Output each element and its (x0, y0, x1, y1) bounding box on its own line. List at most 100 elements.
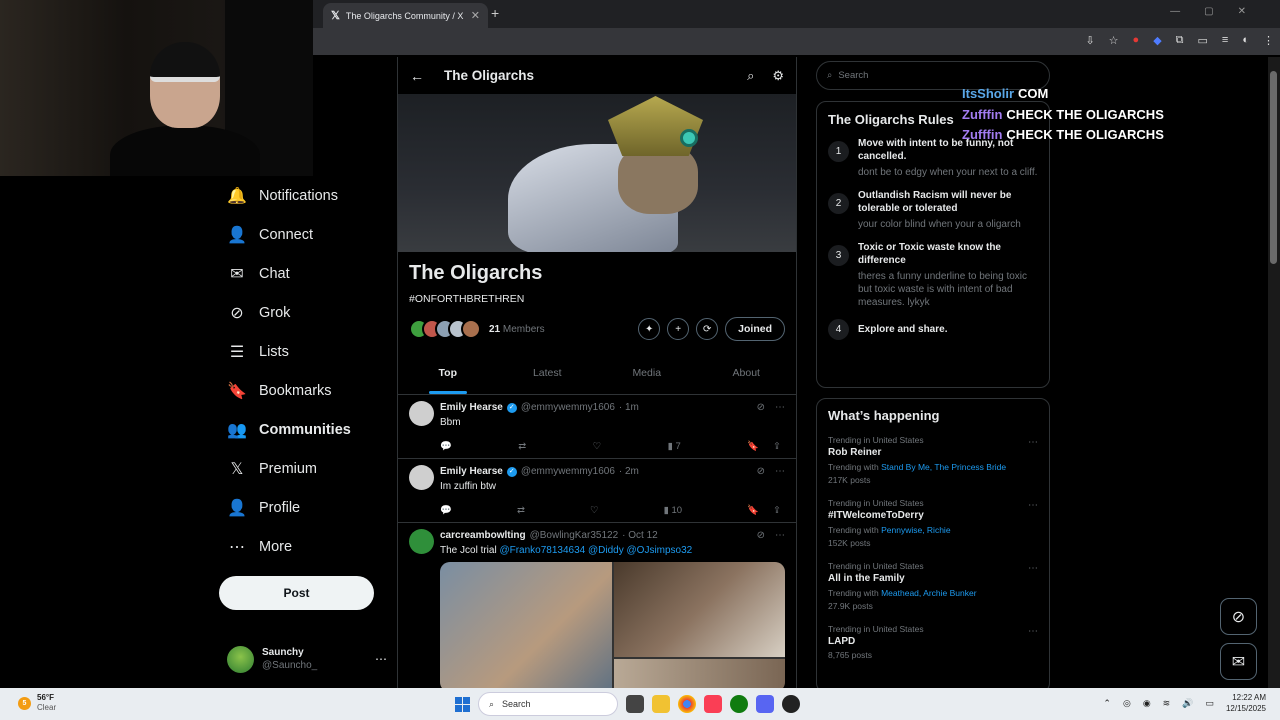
post[interactable]: carcreambowlting @BowlingKar35122 · Oct … (398, 523, 796, 688)
nav-connect[interactable]: 👤 Connect (218, 215, 388, 254)
rule-item[interactable]: 4 Explore and share. (828, 319, 1038, 340)
extension-red-icon[interactable]: ● (1133, 34, 1140, 47)
nav-lists[interactable]: ☰ Lists (218, 332, 388, 371)
share-icon[interactable]: ⇪ (773, 441, 781, 452)
tab-media[interactable]: Media (597, 359, 697, 394)
windows-start-icon[interactable] (455, 696, 470, 712)
clock[interactable]: 12:22 AM 12/15/2025 (1226, 692, 1266, 714)
post-handle[interactable]: @BowlingKar35122 (530, 530, 619, 541)
grok-icon[interactable]: ⊘ (757, 530, 765, 541)
puzzle-icon[interactable]: ⧉ (1176, 34, 1184, 47)
post-time[interactable]: · 1m (619, 402, 639, 413)
sparkle-icon[interactable]: ✦ (638, 318, 661, 340)
avatar[interactable] (409, 529, 434, 554)
post-button[interactable]: Post (219, 576, 374, 610)
post[interactable]: Emily Hearse ✓ @emmywemmy1606 · 1m ⊘ ⋯ Bb… (398, 395, 796, 459)
music-app-icon[interactable] (704, 695, 722, 713)
media-icon[interactable]: ≡ (1222, 34, 1228, 47)
discord-icon[interactable] (756, 695, 774, 713)
tray-overflow-icon[interactable]: ⌃ (1103, 698, 1111, 709)
share-icon[interactable]: ⇪ (773, 505, 781, 516)
wifi-icon[interactable]: ≋ (1163, 698, 1171, 709)
more-icon[interactable]: ⋯ (775, 466, 785, 477)
rule-item[interactable]: 2 Outlandish Racism will never be tolera… (828, 189, 1038, 231)
tray-app-icon[interactable]: ◎ (1123, 698, 1131, 709)
repost-icon[interactable]: ⇄ (517, 505, 525, 516)
xbox-icon[interactable] (730, 695, 748, 713)
post[interactable]: Emily Hearse ✓ @emmywemmy1606 · 2m ⊘ ⋯ Im… (398, 459, 796, 523)
more-icon[interactable]: ⋯ (1028, 626, 1038, 637)
file-explorer-icon[interactable] (652, 695, 670, 713)
more-icon[interactable]: ⋯ (1028, 500, 1038, 511)
install-icon[interactable]: ⇩ (1085, 34, 1094, 47)
more-icon[interactable]: ⋯ (1028, 563, 1038, 574)
browser-tab[interactable]: 𝕏 The Oligarchs Community / X ✕ (323, 3, 488, 28)
post-time[interactable]: · 2m (619, 466, 639, 477)
tab-close-icon[interactable]: ✕ (471, 9, 480, 22)
nav-notifications[interactable]: 🔔 Notifications (218, 176, 388, 215)
trend-item[interactable]: Trending in United States Rob Reiner Tre… (828, 435, 1038, 487)
star-icon[interactable]: ☆ (1109, 34, 1119, 47)
trend-item[interactable]: Trending in United States All in the Fam… (828, 561, 1038, 613)
rule-item[interactable]: 3 Toxic or Toxic waste know the differen… (828, 241, 1038, 309)
nav-chat[interactable]: ✉ Chat (218, 254, 388, 293)
more-icon[interactable]: ⋯ (775, 530, 785, 541)
back-arrow-icon[interactable]: ← (410, 68, 424, 84)
menu-icon[interactable]: ⋮ (1263, 34, 1274, 47)
trend-item[interactable]: Trending in United States LAPD 8,765 pos… (828, 624, 1038, 662)
grok-icon[interactable]: ⊘ (757, 466, 765, 477)
member-count[interactable]: 21 Members (489, 324, 545, 335)
post-handle[interactable]: @emmywemmy1606 (521, 466, 615, 477)
volume-icon[interactable]: 🔊 (1182, 698, 1193, 709)
like-icon[interactable]: ♡ (590, 505, 599, 516)
new-tab-button[interactable]: + (491, 5, 499, 21)
nav-profile[interactable]: 👤 Profile (218, 488, 388, 527)
tray-app-icon[interactable]: ◉ (1143, 698, 1151, 709)
reply-icon[interactable]: 💬 (440, 441, 452, 452)
repost-icon[interactable]: ⇄ (518, 441, 526, 452)
more-icon[interactable]: ⋯ (775, 402, 785, 413)
post-author[interactable]: Emily Hearse (440, 402, 503, 413)
post-author[interactable]: Emily Hearse (440, 466, 503, 477)
nav-communities[interactable]: 👥 Communities (218, 410, 388, 449)
task-view-icon[interactable] (626, 695, 644, 713)
post-time[interactable]: · Oct 12 (622, 530, 658, 541)
messages-float-button[interactable]: ✉ (1220, 643, 1257, 680)
more-icon[interactable]: ⋯ (1028, 437, 1038, 448)
tab-latest[interactable]: Latest (498, 359, 598, 394)
profile-avatar-icon[interactable]: ◐ (1242, 34, 1249, 47)
bookmark-icon[interactable]: 🔖 (747, 505, 759, 516)
member-avatar[interactable] (461, 319, 481, 339)
weather-widget[interactable]: 5 56°F Clear (18, 693, 56, 713)
chrome-icon[interactable] (678, 695, 696, 713)
nav-bookmarks[interactable]: 🔖 Bookmarks (218, 371, 388, 410)
like-icon[interactable]: ♡ (593, 441, 602, 452)
share-icon[interactable]: ⟳ (696, 318, 719, 340)
joined-button[interactable]: Joined (725, 317, 785, 341)
tab-top[interactable]: Top (398, 359, 498, 394)
avatar[interactable] (409, 465, 434, 490)
sidepanel-icon[interactable]: ▭ (1198, 34, 1208, 47)
nav-more[interactable]: ⋯ More (218, 527, 388, 566)
bookmark-icon[interactable]: 🔖 (747, 441, 759, 452)
grok-float-button[interactable]: ⊘ (1220, 598, 1257, 635)
post-media[interactable] (440, 562, 785, 688)
tab-about[interactable]: About (697, 359, 797, 394)
account-more-icon[interactable]: ⋯ (375, 652, 387, 666)
nav-premium[interactable]: 𝕏 Premium (218, 449, 388, 488)
nav-grok[interactable]: ⊘ Grok (218, 293, 388, 332)
invite-icon[interactable]: + (667, 318, 690, 340)
scrollbar[interactable] (1268, 57, 1280, 688)
gear-icon[interactable]: ⚙ (772, 68, 784, 84)
post-author[interactable]: carcreambowlting (440, 530, 526, 541)
views-count[interactable]: ▮ 10 (664, 505, 682, 516)
trend-item[interactable]: Trending in United States #ITWelcomeToDe… (828, 498, 1038, 550)
streaming-app-icon[interactable] (782, 695, 800, 713)
extension-blue-icon[interactable]: ◆ (1153, 34, 1161, 47)
avatar[interactable] (409, 401, 434, 426)
account-switcher[interactable]: Saunchy @Sauncho_ ⋯ (227, 643, 387, 675)
reply-icon[interactable]: 💬 (440, 505, 452, 516)
grok-icon[interactable]: ⊘ (757, 402, 765, 413)
battery-icon[interactable]: ▭ (1205, 698, 1214, 709)
post-mentions[interactable]: @Franko78134634 @Diddy @OJsimpso32 (499, 545, 692, 556)
